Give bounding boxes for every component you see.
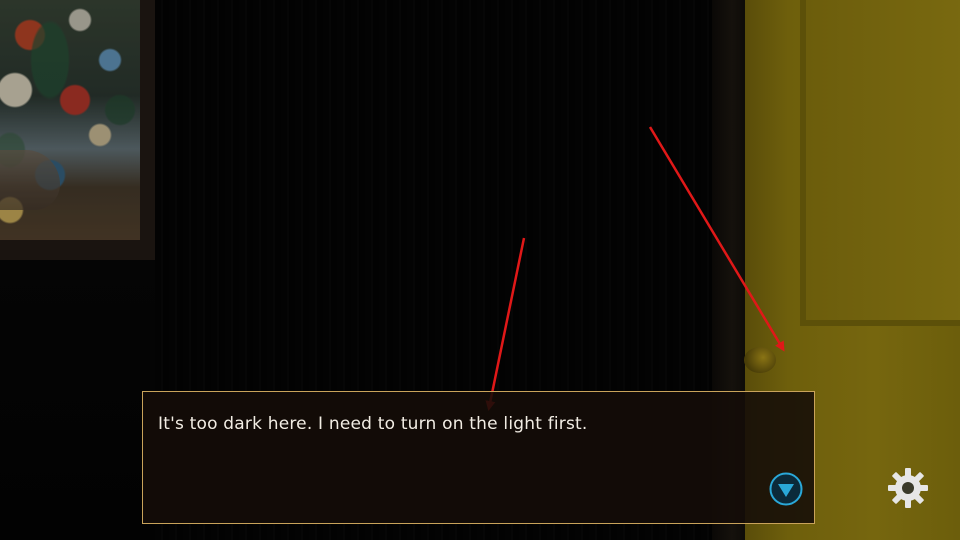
next-button[interactable] [769, 472, 803, 506]
dialog-box[interactable]: It's too dark here. I need to turn on th… [142, 391, 815, 524]
gear-icon [888, 468, 928, 508]
red-arrow-icon [648, 126, 785, 352]
settings-button[interactable] [887, 467, 929, 509]
dialog-text: It's too dark here. I need to turn on th… [158, 414, 588, 434]
next-arrow-icon [769, 472, 803, 506]
red-arrow-icon [485, 237, 526, 411]
game-scene[interactable]: It's too dark here. I need to turn on th… [0, 0, 960, 540]
